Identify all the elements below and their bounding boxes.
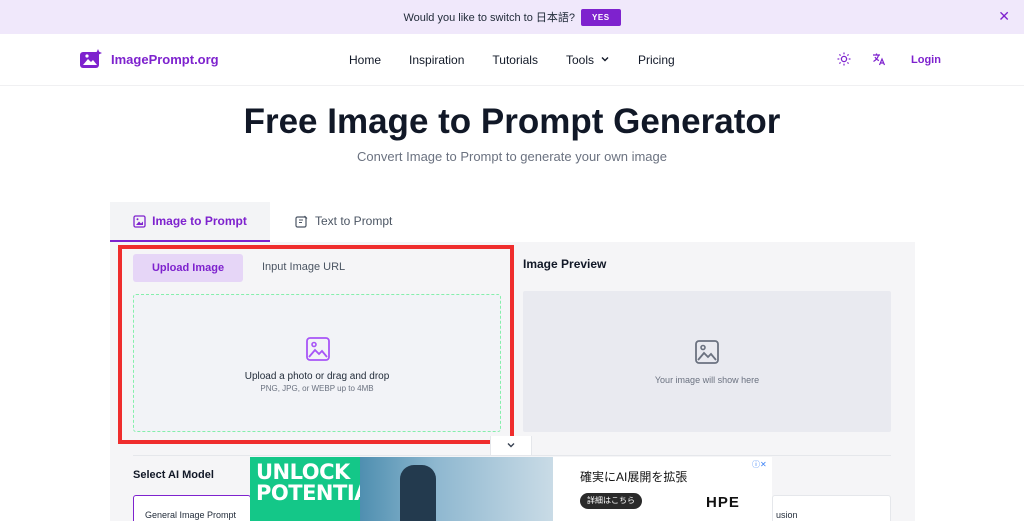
tab-image-to-prompt[interactable]: Image to Prompt	[110, 202, 270, 242]
highlight-box	[118, 245, 514, 444]
banner-text: Would you like to switch to 日本語?	[403, 12, 576, 24]
image-preview-title: Image Preview	[523, 257, 607, 271]
logo[interactable]: ImagePrompt.org	[79, 49, 219, 69]
tab-text-to-prompt[interactable]: Text to Prompt	[295, 214, 392, 228]
chevron-down-icon	[601, 57, 609, 62]
nav-pricing[interactable]: Pricing	[638, 53, 675, 67]
language-banner: Would you like to switch to 日本語? YES ✕	[0, 0, 1024, 34]
ad-photo	[360, 457, 553, 521]
sun-icon[interactable]	[837, 52, 851, 66]
ad-japanese-text: 確実にAI展開を拡張	[580, 470, 688, 484]
ad-cta-button[interactable]: 詳細はこちら	[580, 493, 642, 509]
ad-green-block: UNLOCK POTENTIAL	[250, 457, 383, 521]
model-option-fusion[interactable]: usion	[772, 495, 891, 521]
chevron-down-icon	[507, 443, 515, 448]
close-icon[interactable]: ✕	[998, 8, 1010, 25]
ad-person-image	[400, 465, 436, 521]
nav-tools[interactable]: Tools	[566, 53, 610, 67]
select-ai-model-label: Select AI Model	[133, 469, 214, 481]
tab-text-to-prompt-label: Text to Prompt	[315, 214, 393, 228]
logo-text: ImagePrompt.org	[111, 51, 219, 67]
mode-tabs: Image to Prompt Text to Prompt	[110, 202, 915, 242]
collapse-toggle[interactable]	[490, 436, 532, 456]
main-menu: Home Inspiration Tutorials Tools Pricing	[349, 53, 703, 67]
image-placeholder-icon	[695, 340, 719, 364]
switch-language-yes-button[interactable]: YES	[581, 8, 621, 26]
image-preview-area: Your image will show here	[523, 291, 891, 432]
text-edit-icon	[295, 215, 308, 228]
tab-image-to-prompt-label: Image to Prompt	[152, 214, 247, 228]
translate-icon[interactable]	[872, 52, 886, 66]
ad-brand-logo: HPE	[706, 494, 740, 511]
page-subtitle: Convert Image to Prompt to generate your…	[357, 149, 667, 164]
logo-icon	[80, 49, 102, 68]
image-edit-icon	[133, 214, 146, 228]
model-option-general[interactable]: General Image Prompt	[133, 495, 251, 521]
login-link[interactable]: Login	[911, 54, 941, 66]
nav-tools-label: Tools	[565, 53, 594, 67]
nav-home[interactable]: Home	[349, 53, 381, 67]
nav-inspiration[interactable]: Inspiration	[409, 53, 464, 67]
page-title: Free Image to Prompt Generator	[243, 102, 781, 141]
preview-placeholder: Your image will show here	[654, 375, 760, 385]
advertisement[interactable]: UNLOCK POTENTIAL 確実にAI展開を拡張 詳細はこちら HPE ⓘ…	[250, 457, 772, 521]
ad-info-icon[interactable]: ⓘ✕	[752, 459, 767, 470]
nav-tutorials[interactable]: Tutorials	[492, 53, 538, 67]
top-nav: ImagePrompt.org Home Inspiration Tutoria…	[0, 34, 1024, 86]
